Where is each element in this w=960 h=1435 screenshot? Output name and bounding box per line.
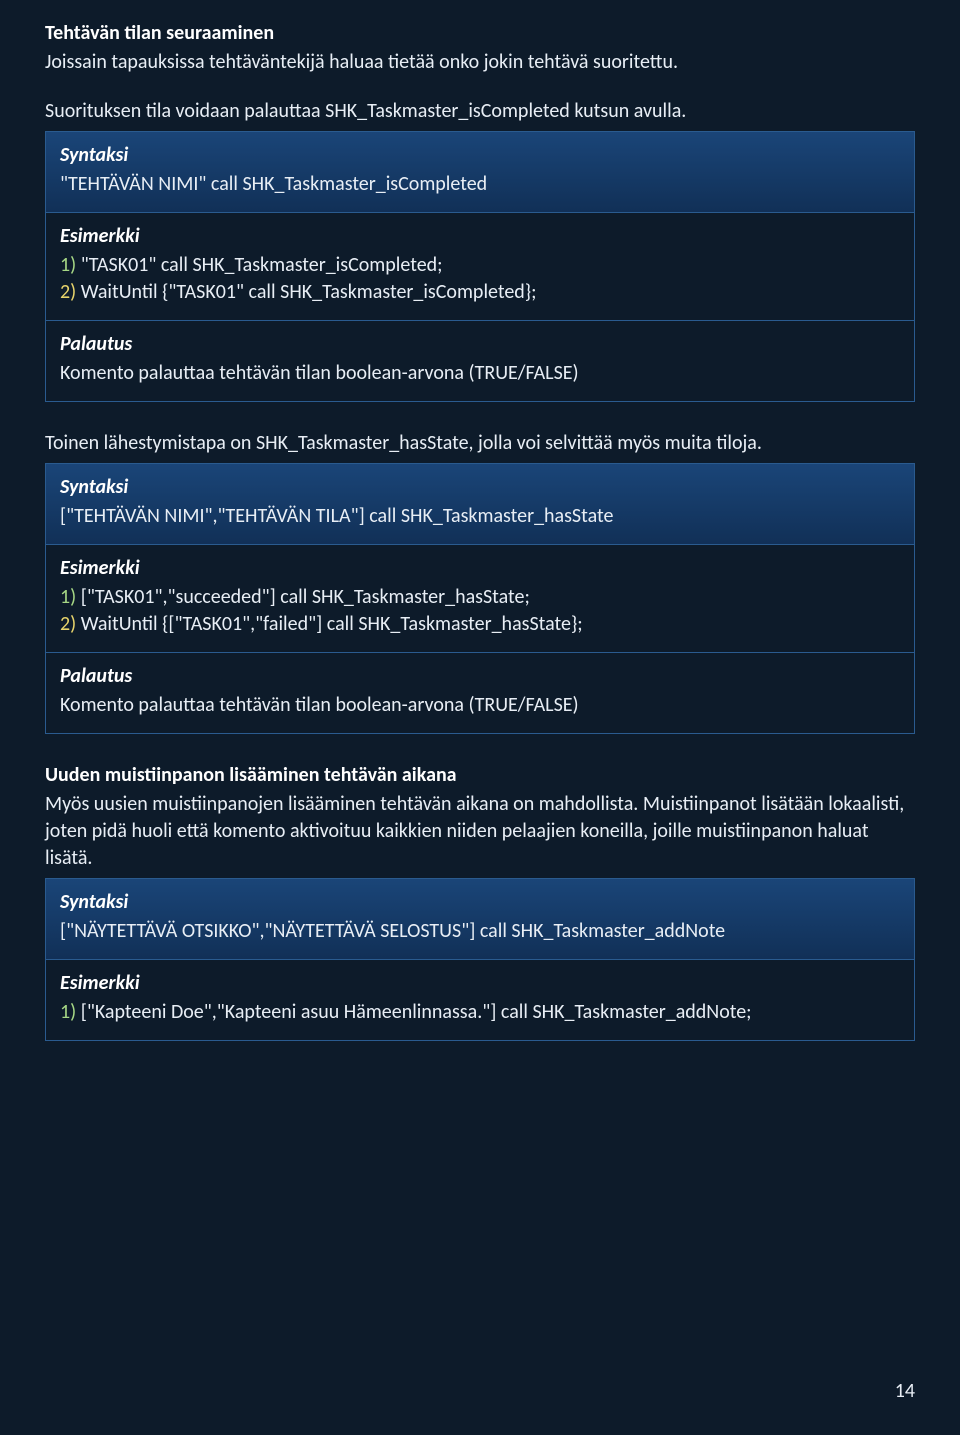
example-body: WaitUntil {["TASK01","failed"] call SHK_… xyxy=(76,612,582,636)
section-heading: Tehtävän tilan seuraaminen xyxy=(45,20,915,47)
syntax-cell: Syntaksi ["NÄYTETTÄVÄ OTSIKKO","NÄYTETTÄ… xyxy=(46,879,914,960)
example-body: ["Kapteeni Doe","Kapteeni asuu Hämeenlin… xyxy=(76,1000,751,1024)
example-cell: Esimerkki 1) ["TASK01","succeeded"] call… xyxy=(46,545,914,653)
section-heading: Uuden muistiinpanon lisääminen tehtävän … xyxy=(45,762,915,789)
list-number: 1) xyxy=(60,253,76,277)
syntax-cell: Syntaksi ["TEHTÄVÄN NIMI","TEHTÄVÄN TILA… xyxy=(46,464,914,545)
example-body: WaitUntil {"TASK01" call SHK_Taskmaster_… xyxy=(76,280,536,304)
return-body: Komento palauttaa tehtävän tilan boolean… xyxy=(60,360,900,387)
return-cell: Palautus Komento palauttaa tehtävän tila… xyxy=(46,321,914,401)
list-number: 2) xyxy=(60,612,76,636)
example-line: 1) ["Kapteeni Doe","Kapteeni asuu Hämeen… xyxy=(60,999,900,1026)
syntax-cell: Syntaksi "TEHTÄVÄN NIMI" call SHK_Taskma… xyxy=(46,132,914,213)
return-label: Palautus xyxy=(60,663,900,690)
example-line: 1) "TASK01" call SHK_Taskmaster_isComple… xyxy=(60,252,900,279)
syntax-label: Syntaksi xyxy=(60,889,900,916)
example-label: Esimerkki xyxy=(60,555,900,582)
example-cell: Esimerkki 1) ["Kapteeni Doe","Kapteeni a… xyxy=(46,960,914,1040)
example-cell: Esimerkki 1) "TASK01" call SHK_Taskmaste… xyxy=(46,213,914,321)
example-body: ["TASK01","succeeded"] call SHK_Taskmast… xyxy=(76,585,530,609)
syntax-body: ["TEHTÄVÄN NIMI","TEHTÄVÄN TILA"] call S… xyxy=(60,503,900,530)
body-text: Toinen lähestymistapa on SHK_Taskmaster_… xyxy=(45,430,915,457)
syntax-label: Syntaksi xyxy=(60,142,900,169)
body-text: Suorituksen tila voidaan palauttaa SHK_T… xyxy=(45,98,915,125)
syntax-body: "TEHTÄVÄN NIMI" call SHK_Taskmaster_isCo… xyxy=(60,171,900,198)
example-label: Esimerkki xyxy=(60,970,900,997)
example-line: 2) WaitUntil {"TASK01" call SHK_Taskmast… xyxy=(60,279,900,306)
body-text: Myös uusien muistiinpanojen lisääminen t… xyxy=(45,791,915,872)
example-line: 1) ["TASK01","succeeded"] call SHK_Taskm… xyxy=(60,584,900,611)
return-cell: Palautus Komento palauttaa tehtävän tila… xyxy=(46,653,914,733)
syntax-box-addnote: Syntaksi ["NÄYTETTÄVÄ OTSIKKO","NÄYTETTÄ… xyxy=(45,878,915,1041)
syntax-box-iscompleted: Syntaksi "TEHTÄVÄN NIMI" call SHK_Taskma… xyxy=(45,131,915,402)
list-number: 1) xyxy=(60,1000,76,1024)
return-label: Palautus xyxy=(60,331,900,358)
body-text: Joissain tapauksissa tehtäväntekijä halu… xyxy=(45,49,915,76)
syntax-body: ["NÄYTETTÄVÄ OTSIKKO","NÄYTETTÄVÄ SELOST… xyxy=(60,918,900,945)
example-line: 2) WaitUntil {["TASK01","failed"] call S… xyxy=(60,611,900,638)
page-number: 14 xyxy=(895,1378,915,1405)
list-number: 1) xyxy=(60,585,76,609)
example-body: "TASK01" call SHK_Taskmaster_isCompleted… xyxy=(76,253,442,277)
return-body: Komento palauttaa tehtävän tilan boolean… xyxy=(60,692,900,719)
syntax-box-hasstate: Syntaksi ["TEHTÄVÄN NIMI","TEHTÄVÄN TILA… xyxy=(45,463,915,734)
example-label: Esimerkki xyxy=(60,223,900,250)
list-number: 2) xyxy=(60,280,76,304)
syntax-label: Syntaksi xyxy=(60,474,900,501)
